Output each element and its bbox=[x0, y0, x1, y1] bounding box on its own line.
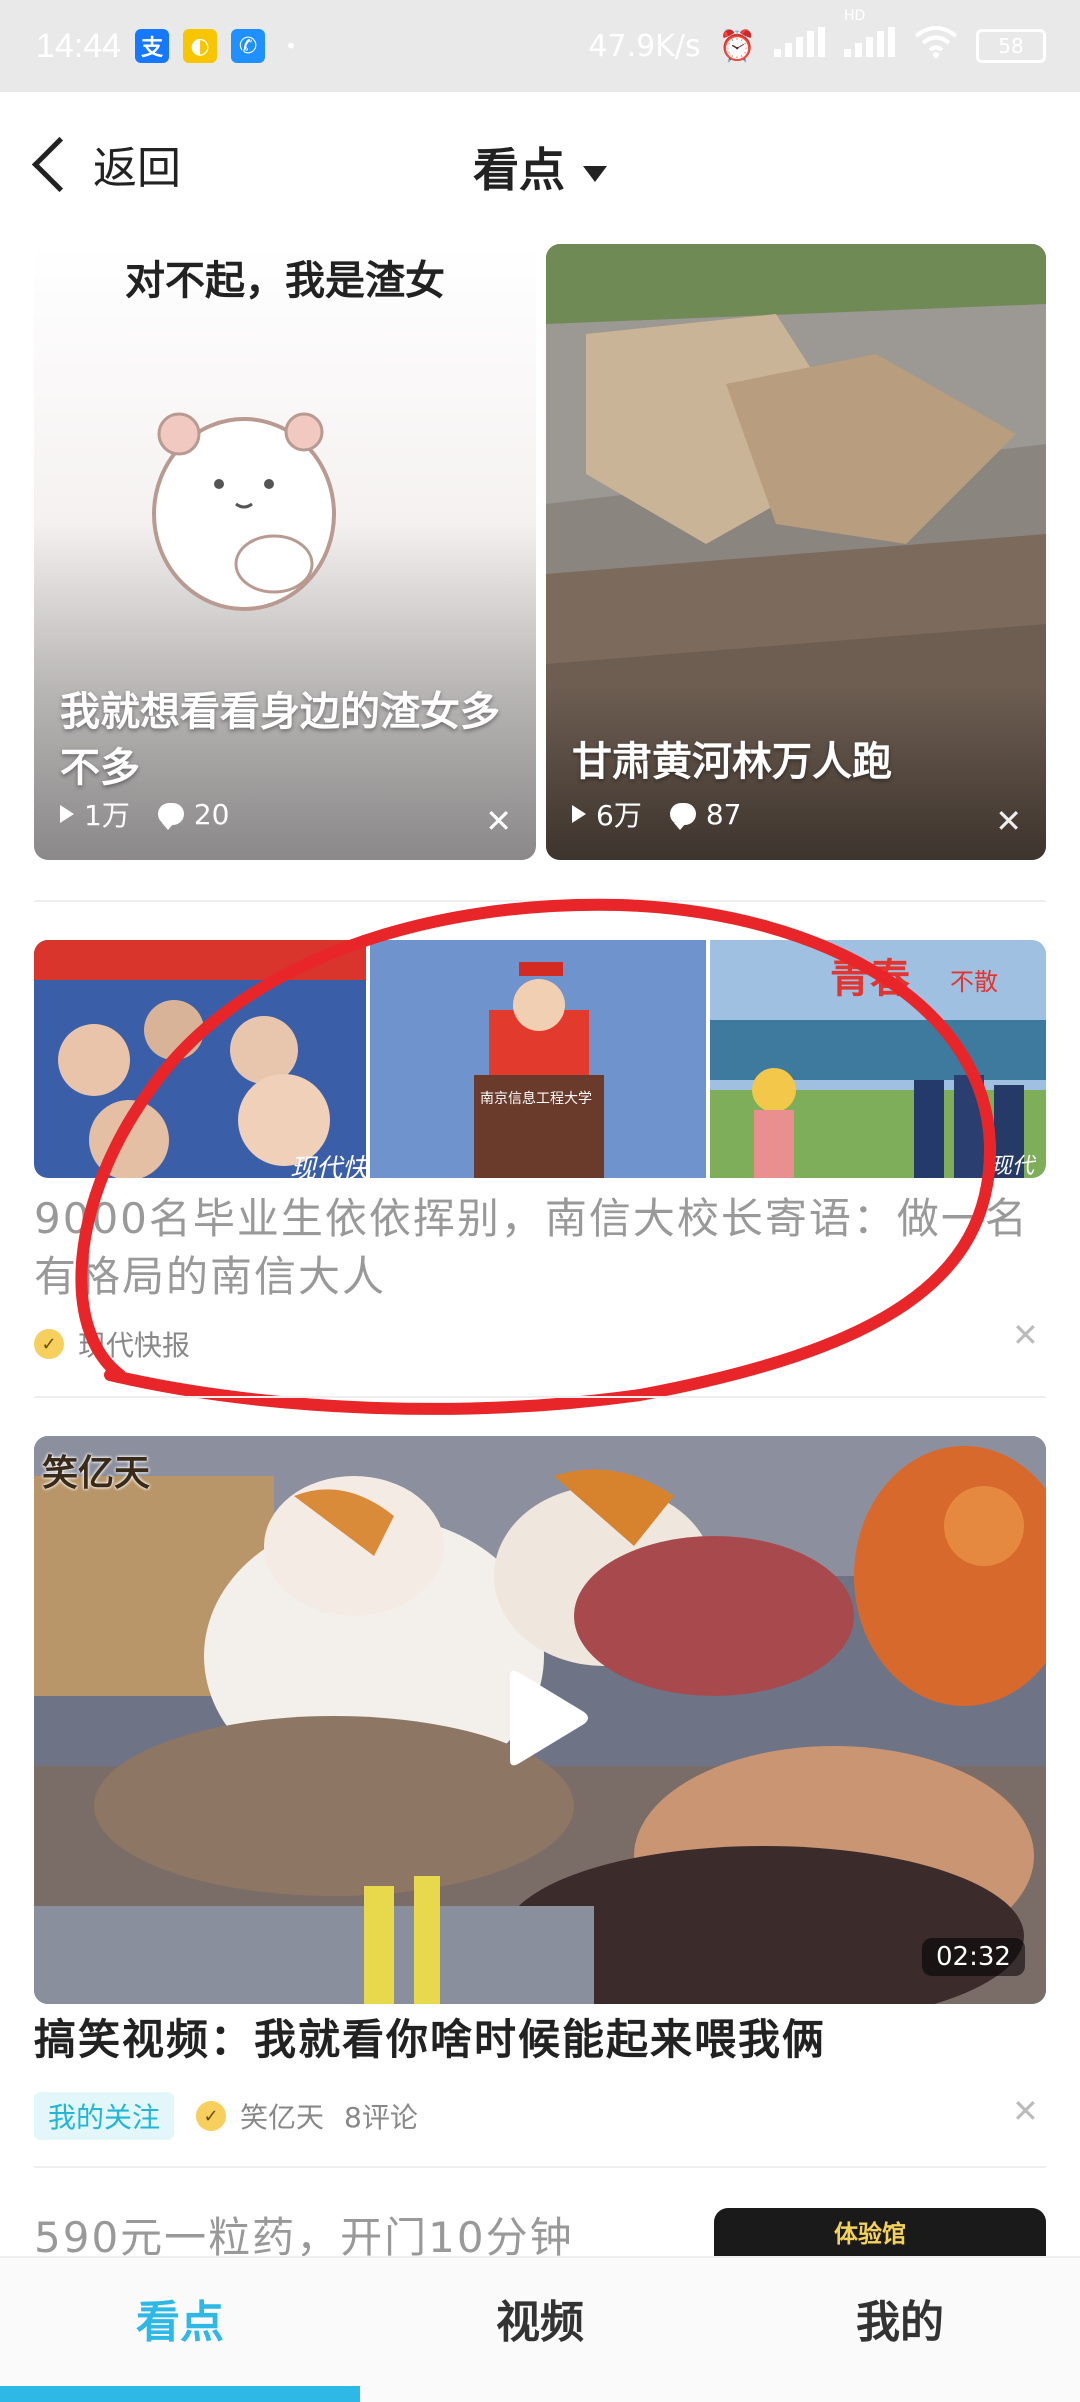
news-title: 9000名毕业生依依挥别，南信大校长寄语：做一名有格局的南信大人 bbox=[34, 1194, 1029, 1301]
verified-icon: ✓ bbox=[196, 2101, 227, 2131]
divider bbox=[34, 900, 1046, 902]
nav-bar: 返回 看点 bbox=[0, 92, 1080, 242]
signal-icon bbox=[774, 26, 826, 66]
thumb-text: 现代 bbox=[990, 1154, 1035, 1179]
alarm-icon: ⏰ bbox=[718, 28, 756, 64]
close-icon[interactable]: ✕ bbox=[485, 802, 512, 840]
news-item[interactable]: 现代快 南京信息工程大学 青春 不散 现代 9000名毕业生依依挥别，南信大校长… bbox=[0, 940, 1080, 1380]
card-title: 我就想看看身边的渣女多不多 bbox=[60, 689, 500, 791]
status-time: 14:44 bbox=[36, 26, 122, 65]
close-icon[interactable]: ✕ bbox=[1012, 1316, 1039, 1354]
comment-icon bbox=[157, 803, 184, 830]
news-source: 现代快报 bbox=[78, 1329, 191, 1362]
channel-selector[interactable]: 看点 bbox=[0, 134, 1080, 200]
comment-count-value: 87 bbox=[705, 797, 742, 831]
thumb-text: 体验馆 bbox=[834, 2220, 906, 2248]
video-card[interactable]: 甘肃黄河林万人跑 6万 87 ✕ bbox=[546, 244, 1046, 860]
play-count: 1万 bbox=[60, 794, 130, 834]
play-icon bbox=[60, 805, 74, 823]
battery-icon: 58 bbox=[976, 29, 1046, 63]
close-icon[interactable]: ✕ bbox=[1012, 2092, 1039, 2130]
close-icon[interactable]: ✕ bbox=[995, 802, 1022, 840]
play-icon bbox=[572, 805, 586, 823]
comment-icon bbox=[669, 803, 696, 830]
thumb-text: 青春 bbox=[830, 956, 910, 1002]
page-title: 看点 bbox=[473, 143, 565, 197]
comment-count-value: 20 bbox=[193, 797, 230, 831]
video-source: 笑亿天 bbox=[240, 2101, 325, 2134]
news-thumbnail: 体验馆 bbox=[714, 2208, 1046, 2256]
comment-count: 87 bbox=[669, 797, 742, 831]
video-duration: 02:32 bbox=[922, 1938, 1025, 1976]
battery-level: 58 bbox=[998, 34, 1024, 58]
play-icon bbox=[510, 1670, 588, 1766]
video-comments: 8评论 bbox=[344, 2101, 418, 2134]
tab-kandian[interactable]: 看点 bbox=[0, 2258, 360, 2402]
net-speed: 47.9K/s bbox=[588, 28, 701, 64]
divider bbox=[34, 1396, 1046, 1398]
app-icon: ◐ bbox=[183, 29, 218, 63]
following-tag: 我的关注 bbox=[34, 2092, 175, 2140]
divider bbox=[34, 2166, 1046, 2168]
thumb-text: 现代快 bbox=[290, 1154, 369, 1184]
video-meta: 我的关注 ✓ 笑亿天 8评论 bbox=[34, 2092, 418, 2140]
verified-icon: ✓ bbox=[34, 1329, 64, 1359]
video-item[interactable]: 笑亿天 02:32 搞笑视频：我就看你啥时候能起来喂我俩 我的关注 ✓ 笑亿天 … bbox=[0, 1436, 1080, 2156]
hamster-illustration bbox=[152, 412, 336, 611]
card-stats: 6万 87 bbox=[572, 794, 741, 834]
thumb-text: 不散 bbox=[950, 968, 998, 996]
status-bar: 14:44 支 ◐ ✆ • 47.9K/s ⏰ HD 58 bbox=[0, 0, 1080, 92]
card-stats: 1万 20 bbox=[60, 794, 229, 834]
bottom-tab-bar: 看点 视频 我的 bbox=[0, 2256, 1080, 2402]
tab-mine[interactable]: 我的 bbox=[720, 2258, 1080, 2402]
thumb-text: 南京信息工程大学 bbox=[480, 1091, 592, 1107]
dot-icon: • bbox=[285, 34, 297, 58]
phone-app-icon: ✆ bbox=[231, 29, 266, 63]
alipay-icon: 支 bbox=[135, 29, 170, 63]
card-title: 甘肃黄河林万人跑 bbox=[572, 739, 892, 785]
tab-video[interactable]: 视频 bbox=[360, 2258, 720, 2402]
wifi-icon bbox=[914, 25, 958, 67]
news-title: 590元一粒药，开门10分钟 bbox=[34, 2213, 574, 2256]
comment-count: 20 bbox=[157, 797, 230, 831]
play-count-value: 1万 bbox=[84, 799, 130, 832]
video-watermark: 笑亿天 bbox=[42, 1453, 151, 1494]
video-card[interactable]: 对不起，我是渣女 我就想看看身边的渣女多不多 1万 20 ✕ bbox=[34, 244, 536, 860]
video-title: 搞笑视频：我就看你啥时候能起来喂我俩 bbox=[34, 2015, 827, 2064]
play-count-value: 6万 bbox=[596, 799, 642, 832]
play-button[interactable] bbox=[500, 1668, 590, 1768]
news-item[interactable]: 590元一粒药，开门10分钟 体验馆 bbox=[0, 2200, 1080, 2256]
hd-label: HD bbox=[844, 8, 866, 24]
image-caption: 对不起，我是渣女 bbox=[125, 258, 445, 304]
signal-hd-icon: HD bbox=[844, 8, 896, 66]
play-count: 6万 bbox=[572, 794, 642, 834]
news-meta: ✓ 现代快报 bbox=[34, 1324, 190, 1364]
caret-down-icon bbox=[583, 165, 607, 182]
